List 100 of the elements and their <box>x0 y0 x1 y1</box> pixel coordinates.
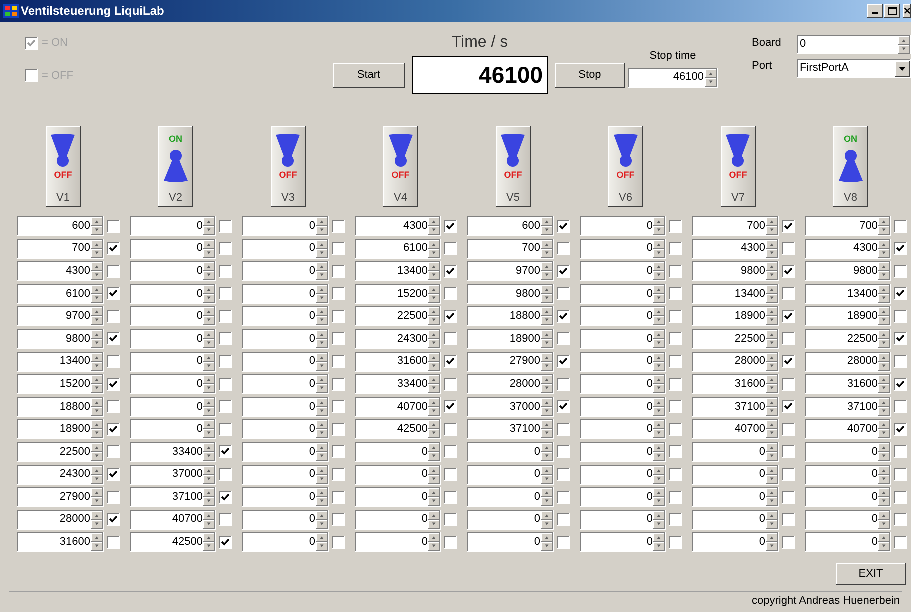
valve-toggle[interactable]: ON V8 <box>833 126 868 207</box>
time-field[interactable]: 0 <box>242 352 328 372</box>
time-field[interactable]: 0 <box>580 352 666 372</box>
time-field[interactable]: 13400 <box>354 261 441 282</box>
checkbox[interactable] <box>782 422 794 436</box>
time-field[interactable]: 0 <box>580 306 666 326</box>
checkbox[interactable] <box>894 490 907 504</box>
spin-buttons[interactable] <box>878 307 890 326</box>
time-field[interactable]: 40700 <box>804 419 891 440</box>
checkbox[interactable] <box>556 490 570 504</box>
checkbox[interactable] <box>106 355 120 368</box>
checkbox[interactable] <box>669 287 682 300</box>
spin-buttons[interactable] <box>653 442 665 461</box>
time-field[interactable]: 0 <box>242 487 328 508</box>
time-field[interactable]: 0 <box>130 216 216 236</box>
spin-buttons[interactable] <box>316 466 328 484</box>
time-field[interactable]: 0 <box>354 510 441 530</box>
spin-buttons[interactable] <box>316 398 328 416</box>
checkbox[interactable] <box>669 242 682 256</box>
spin-buttons[interactable] <box>428 262 440 280</box>
checkbox[interactable] <box>332 378 344 391</box>
time-field[interactable]: 22500 <box>692 328 778 349</box>
spin-buttons[interactable] <box>428 217 440 235</box>
time-field[interactable]: 0 <box>580 328 666 349</box>
time-field[interactable]: 0 <box>580 396 666 417</box>
time-field[interactable]: 0 <box>130 352 216 372</box>
checkbox[interactable] <box>556 536 570 549</box>
time-field[interactable]: 0 <box>692 464 778 485</box>
checkbox[interactable] <box>894 264 907 278</box>
spin-buttons[interactable] <box>540 398 552 416</box>
time-field[interactable]: 0 <box>580 510 666 530</box>
checkbox[interactable] <box>669 513 682 526</box>
spin-buttons[interactable] <box>203 510 215 529</box>
minimize-button[interactable] <box>867 4 883 18</box>
checkbox[interactable] <box>219 400 232 414</box>
start-button[interactable]: Start <box>333 63 405 88</box>
time-field[interactable]: 0 <box>580 238 666 259</box>
time-field[interactable]: 15200 <box>354 284 441 304</box>
checkbox[interactable] <box>25 36 38 50</box>
spin-buttons[interactable] <box>90 217 102 235</box>
checkbox[interactable] <box>106 490 120 504</box>
spin-buttons[interactable] <box>540 352 552 371</box>
time-field[interactable]: 700 <box>467 238 554 259</box>
time-field[interactable]: 4300 <box>354 216 441 236</box>
time-field[interactable]: 18900 <box>804 306 891 326</box>
spin-buttons[interactable] <box>90 488 102 506</box>
checkbox[interactable] <box>332 445 344 458</box>
spin-buttons[interactable] <box>428 533 440 552</box>
checkbox[interactable] <box>894 536 907 549</box>
spin-buttons[interactable] <box>428 330 440 348</box>
time-field[interactable]: 18900 <box>692 306 778 326</box>
checkbox[interactable] <box>444 422 457 436</box>
time-field[interactable]: 9800 <box>804 261 891 282</box>
spin-buttons[interactable] <box>90 420 102 438</box>
spin-buttons[interactable] <box>203 533 215 552</box>
checkbox[interactable] <box>332 264 344 278</box>
time-field[interactable]: 0 <box>580 532 666 552</box>
spin-buttons[interactable] <box>203 442 215 461</box>
time-field[interactable]: 0 <box>692 510 778 530</box>
checkbox[interactable] <box>894 220 907 232</box>
time-field[interactable]: 33400 <box>130 442 216 462</box>
spin-buttons[interactable] <box>203 262 215 280</box>
spin-buttons[interactable] <box>540 307 552 326</box>
checkbox[interactable] <box>444 400 457 414</box>
checkbox[interactable] <box>782 536 794 549</box>
time-field[interactable]: 0 <box>242 238 328 259</box>
spin-buttons[interactable] <box>316 262 328 280</box>
time-field[interactable]: 0 <box>242 510 328 530</box>
time-field[interactable]: 0 <box>467 532 554 552</box>
time-field[interactable]: 40700 <box>692 419 778 440</box>
time-field[interactable]: 0 <box>354 487 441 508</box>
checkbox[interactable] <box>556 332 570 346</box>
checkbox[interactable] <box>106 536 120 549</box>
checkbox[interactable] <box>25 69 38 82</box>
checkbox[interactable] <box>106 445 120 458</box>
checkbox[interactable] <box>894 468 907 482</box>
time-field[interactable]: 0 <box>242 464 328 485</box>
time-field[interactable]: 0 <box>242 374 328 394</box>
spin-buttons[interactable] <box>540 510 552 529</box>
spin-buttons[interactable] <box>766 466 778 484</box>
checkbox[interactable] <box>894 310 907 323</box>
spin-buttons[interactable] <box>203 217 215 235</box>
spin-buttons[interactable] <box>316 442 328 461</box>
spin-buttons[interactable] <box>428 240 440 258</box>
spin-buttons[interactable] <box>653 352 665 371</box>
spin-buttons[interactable] <box>90 262 102 280</box>
time-field[interactable]: 40700 <box>130 510 216 530</box>
checkbox[interactable] <box>332 242 344 256</box>
time-field[interactable]: 22500 <box>17 442 104 462</box>
time-field[interactable]: 0 <box>692 442 778 462</box>
checkbox[interactable] <box>332 490 344 504</box>
spin-buttons[interactable] <box>203 375 215 394</box>
spin-buttons[interactable] <box>653 284 665 303</box>
time-field[interactable]: 0 <box>804 442 891 462</box>
spin-buttons[interactable] <box>203 488 215 506</box>
checkbox[interactable] <box>669 355 682 368</box>
checkbox[interactable] <box>106 287 120 300</box>
spin-buttons[interactable] <box>90 442 102 461</box>
checkbox[interactable] <box>782 332 794 346</box>
spin-buttons[interactable] <box>766 330 778 348</box>
